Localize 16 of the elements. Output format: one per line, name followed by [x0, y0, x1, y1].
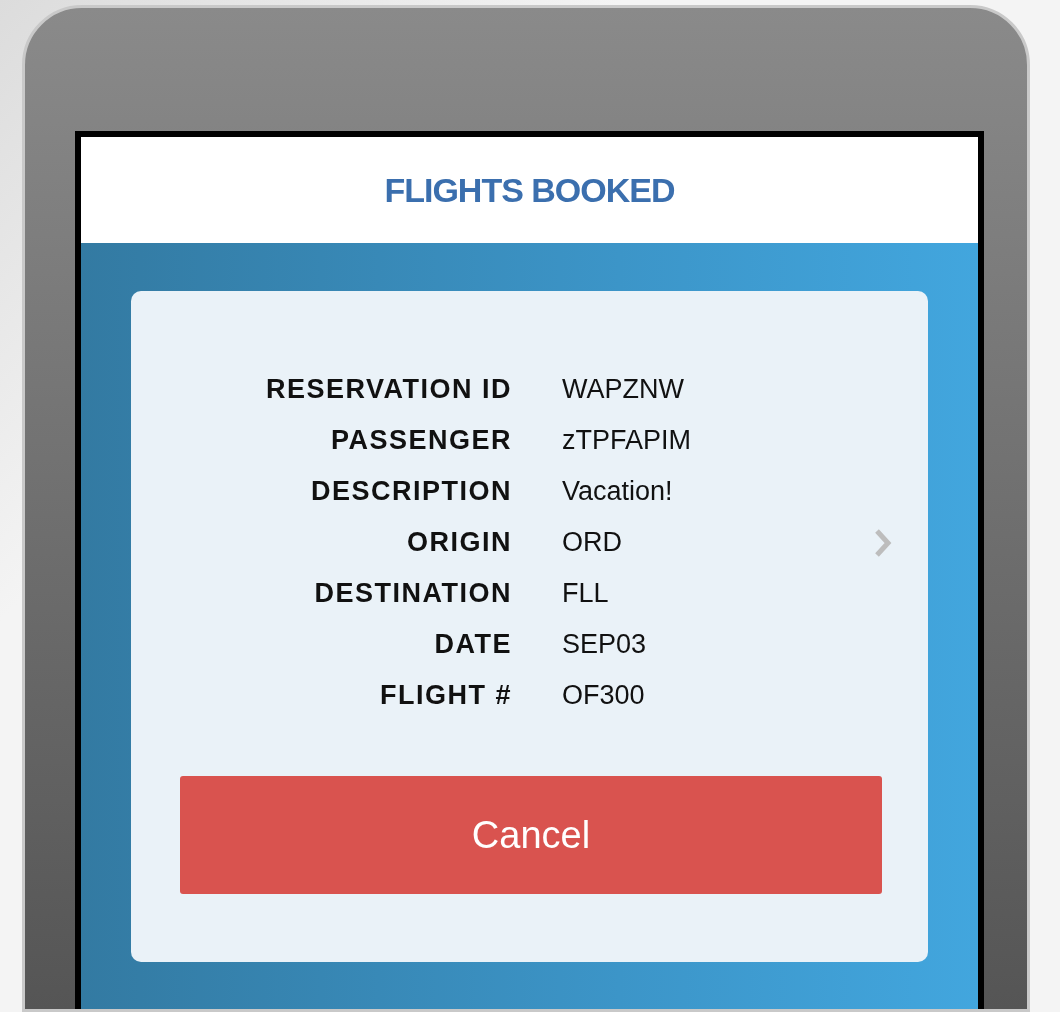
field-label: FLIGHT #: [379, 679, 512, 712]
screen-title: FLIGHTS BOOKED: [384, 169, 675, 211]
field-value: WAPZNW: [562, 373, 685, 406]
field-label: ORIGIN: [406, 526, 512, 559]
field-label: DESTINATION: [313, 577, 512, 610]
field-label: PASSENGER: [329, 424, 512, 457]
field-value: Vacation!: [562, 475, 674, 508]
field-label: RESERVATION ID: [264, 373, 512, 406]
field-value: zTPFAPIM: [562, 424, 692, 457]
field-value: FLL: [562, 577, 610, 610]
cancel-button[interactable]: Cancel: [180, 776, 882, 894]
field-label: DESCRIPTION: [309, 475, 512, 508]
field-value: SEP03: [562, 628, 648, 661]
field-label: DATE: [433, 628, 512, 661]
field-value: ORD: [562, 526, 623, 559]
field-value: OF300: [562, 679, 646, 712]
